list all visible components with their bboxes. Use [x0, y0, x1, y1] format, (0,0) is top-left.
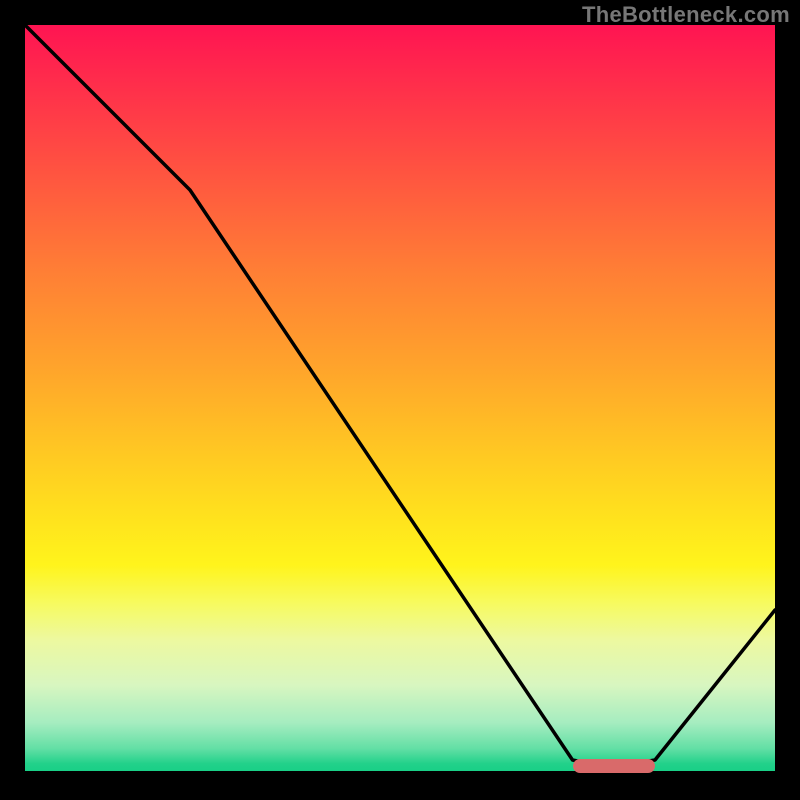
watermark-text: TheBottleneck.com	[582, 2, 790, 28]
chart-frame: TheBottleneck.com	[0, 0, 800, 800]
plot-area	[25, 25, 775, 775]
bottleneck-curve	[25, 25, 775, 775]
optimal-range-marker	[573, 759, 656, 773]
x-axis-line	[25, 771, 775, 775]
curve-path	[25, 25, 775, 768]
